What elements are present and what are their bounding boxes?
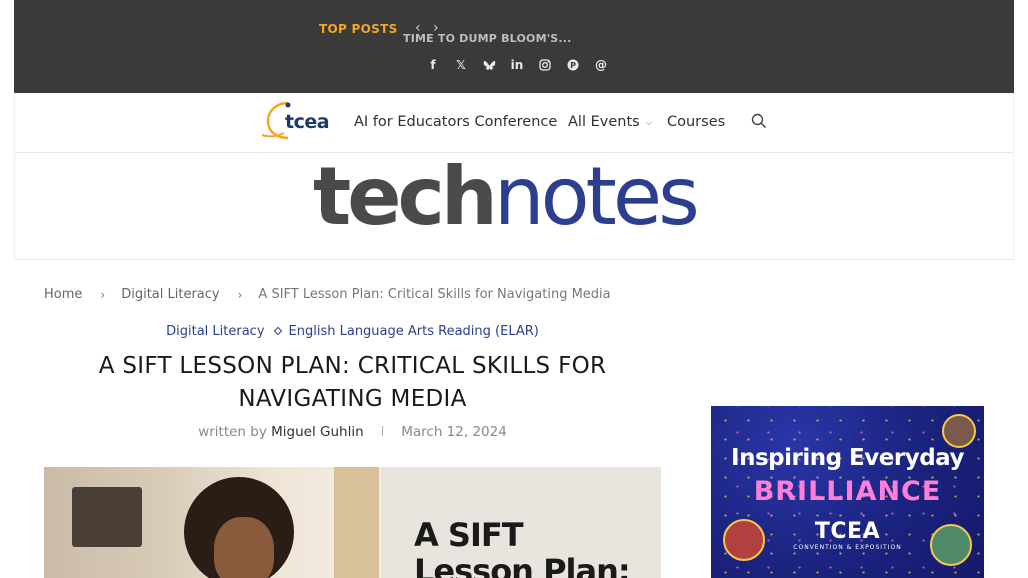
chevron-down-icon: ⌵ bbox=[645, 118, 653, 128]
hero-photo-window bbox=[334, 467, 379, 578]
nav-ai-educators-conference[interactable]: AI for Educators Conference bbox=[354, 114, 557, 130]
top-post-link[interactable]: TIME TO DUMP BLOOM'S... bbox=[403, 32, 572, 45]
search-icon[interactable] bbox=[751, 113, 769, 131]
logo-text: tcea bbox=[285, 111, 330, 133]
post-categories: Digital Literacy English Language Arts Re… bbox=[44, 324, 661, 339]
nav-all-events-label: All Events bbox=[568, 114, 640, 130]
post-meta: written by Miguel Guhlin March 12, 2024 bbox=[44, 424, 661, 440]
nav-all-events[interactable]: All Events ⌵ bbox=[568, 114, 653, 130]
chevron-right-icon: › bbox=[100, 287, 106, 302]
breadcrumb: Home › Digital Literacy › A SIFT Lesson … bbox=[44, 287, 611, 302]
post-date: March 12, 2024 bbox=[401, 424, 507, 440]
post-title: A SIFT Lesson Plan: Critical Skills for … bbox=[98, 353, 607, 412]
hero-photo-shelf bbox=[72, 487, 142, 547]
diamond-separator-icon bbox=[273, 326, 282, 336]
featured-image: A SIFT Lesson Plan: bbox=[44, 467, 661, 578]
bluesky-icon[interactable] bbox=[475, 55, 503, 75]
masthead-tech: tech bbox=[313, 150, 498, 243]
top-posts-label: TOP POSTS bbox=[319, 22, 398, 36]
linkedin-icon[interactable]: in bbox=[503, 55, 531, 75]
chevron-right-icon: › bbox=[237, 287, 243, 302]
tcea-logo[interactable]: tcea bbox=[258, 99, 340, 141]
author-link[interactable]: Miguel Guhlin bbox=[271, 424, 364, 440]
ad-highlight: BRILLIANCE bbox=[753, 476, 942, 507]
category-digital-literacy[interactable]: Digital Literacy bbox=[166, 324, 264, 339]
top-bar: TOP POSTS ‹ › TIME TO DUMP BLOOM'S... f … bbox=[14, 0, 1014, 93]
x-twitter-icon[interactable]: 𝕏 bbox=[447, 55, 475, 75]
meta-divider bbox=[381, 426, 383, 436]
threads-icon[interactable]: @ bbox=[587, 55, 615, 75]
ad-photo-circle bbox=[942, 414, 976, 448]
breadcrumb-current: A SIFT Lesson Plan: Critical Skills for … bbox=[258, 287, 611, 302]
facebook-icon[interactable]: f bbox=[419, 55, 447, 75]
hero-image-title: A SIFT Lesson Plan: bbox=[414, 516, 631, 578]
ad-headline: Inspiring Everyday bbox=[731, 445, 964, 471]
category-elar[interactable]: English Language Arts Reading (ELAR) bbox=[289, 324, 539, 339]
ad-subtext: CONVENTION & EXPOSITION bbox=[793, 544, 902, 551]
pinterest-icon[interactable]: P bbox=[559, 55, 587, 75]
instagram-icon[interactable] bbox=[531, 55, 559, 75]
masthead: technotes bbox=[14, 153, 1014, 260]
sidebar-ad-banner[interactable]: Inspiring Everyday BRILLIANCE TCEA CONVE… bbox=[711, 406, 984, 578]
hero-image-line2: Lesson Plan: bbox=[414, 552, 631, 578]
main-nav: tcea AI for Educators Conference All Eve… bbox=[14, 93, 1014, 153]
written-by-label: written by bbox=[198, 424, 267, 440]
hero-photo-person-face bbox=[214, 517, 274, 578]
ad-brand: TCEA bbox=[814, 519, 881, 544]
breadcrumb-digital-literacy[interactable]: Digital Literacy bbox=[121, 287, 219, 302]
technotes-logo[interactable]: technotes bbox=[313, 157, 700, 237]
hero-image-line1: A SIFT bbox=[414, 516, 524, 554]
svg-text:P: P bbox=[570, 61, 576, 70]
social-links: f 𝕏 in P @ bbox=[419, 55, 615, 75]
masthead-notes: notes bbox=[493, 150, 700, 243]
nav-courses[interactable]: Courses bbox=[667, 114, 725, 130]
breadcrumb-home[interactable]: Home bbox=[44, 287, 82, 302]
